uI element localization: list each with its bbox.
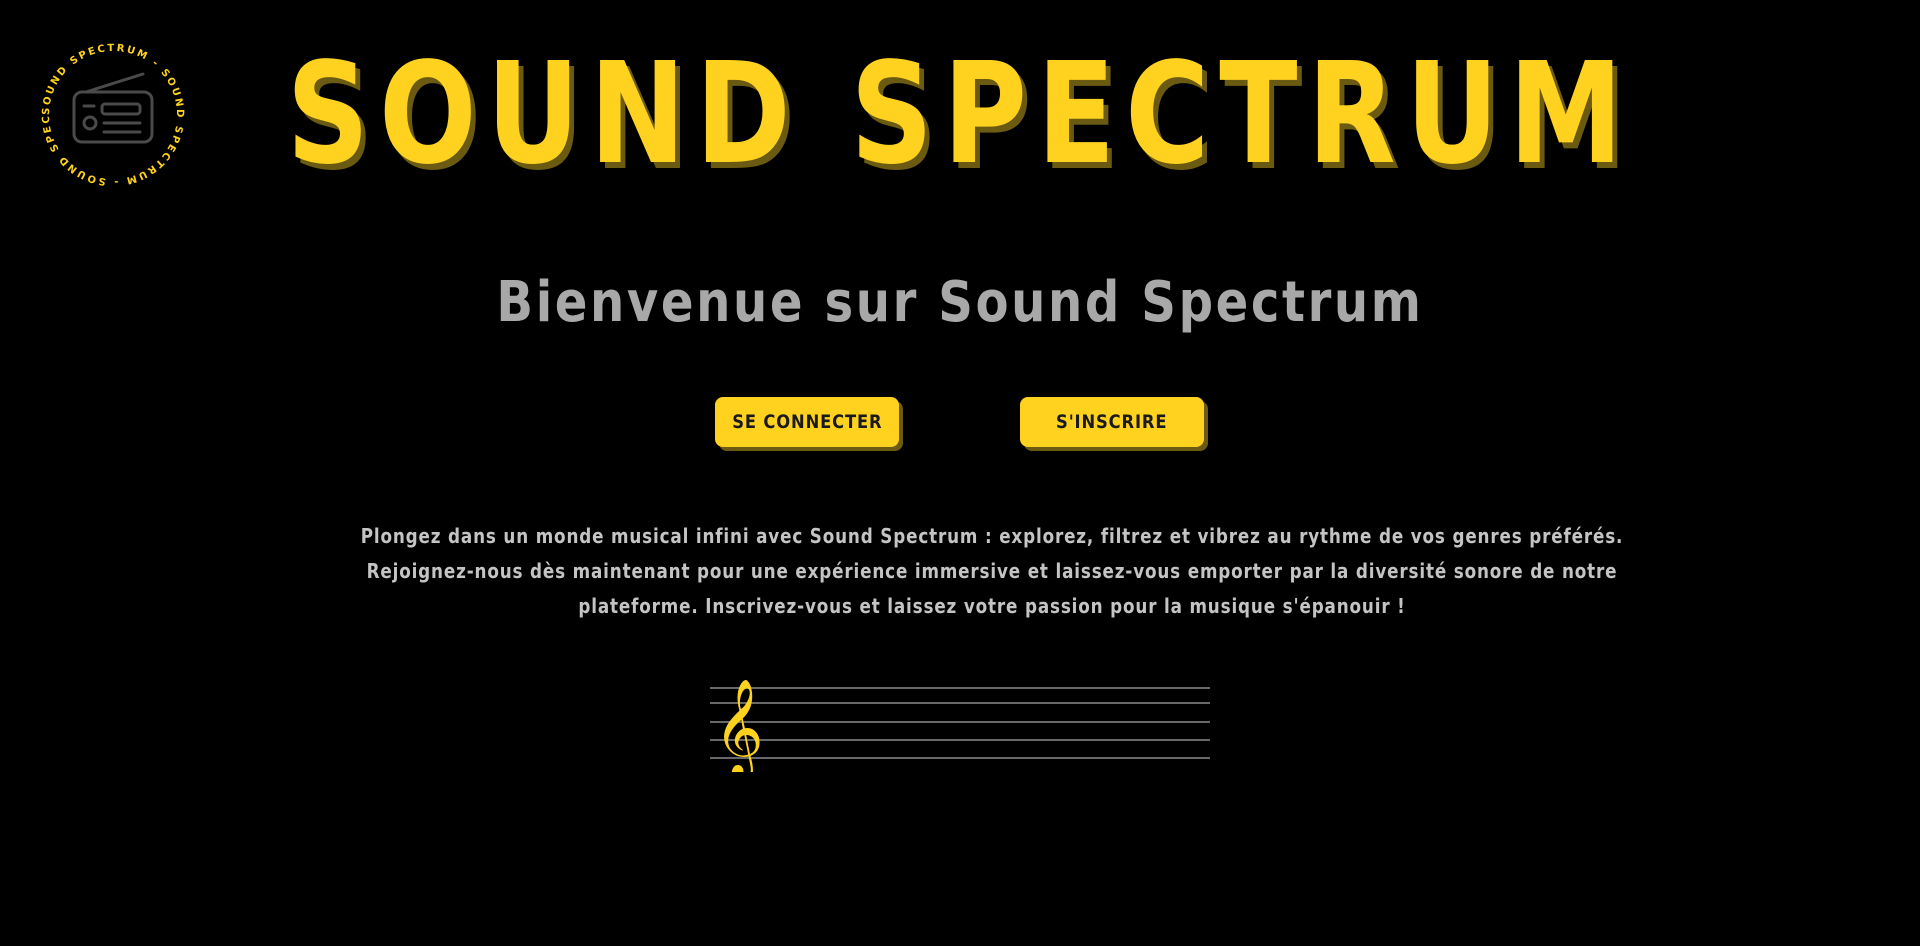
signup-button-label: S'INSCRIRE: [1056, 411, 1168, 433]
treble-clef-icon: 𝄞: [714, 678, 764, 772]
signup-button[interactable]: S'INSCRIRE: [1020, 397, 1204, 447]
music-staff: 𝄞: [710, 678, 1210, 772]
intro-paragraph: Plongez dans un monde musical infini ave…: [360, 524, 1624, 618]
login-button[interactable]: SE CONNECTER: [715, 397, 899, 447]
login-button-label: SE CONNECTER: [731, 411, 883, 433]
site-title: SOUND SPECTRUM: [286, 33, 1633, 196]
radio-icon: [72, 72, 154, 144]
logo-ring-text: SOUND SPECTRUM - SOUND SPECTRUM - SOUND …: [28, 30, 185, 187]
staff-lines: [710, 687, 1210, 759]
welcome-heading: Bienvenue sur Sound Spectrum: [496, 270, 1424, 335]
